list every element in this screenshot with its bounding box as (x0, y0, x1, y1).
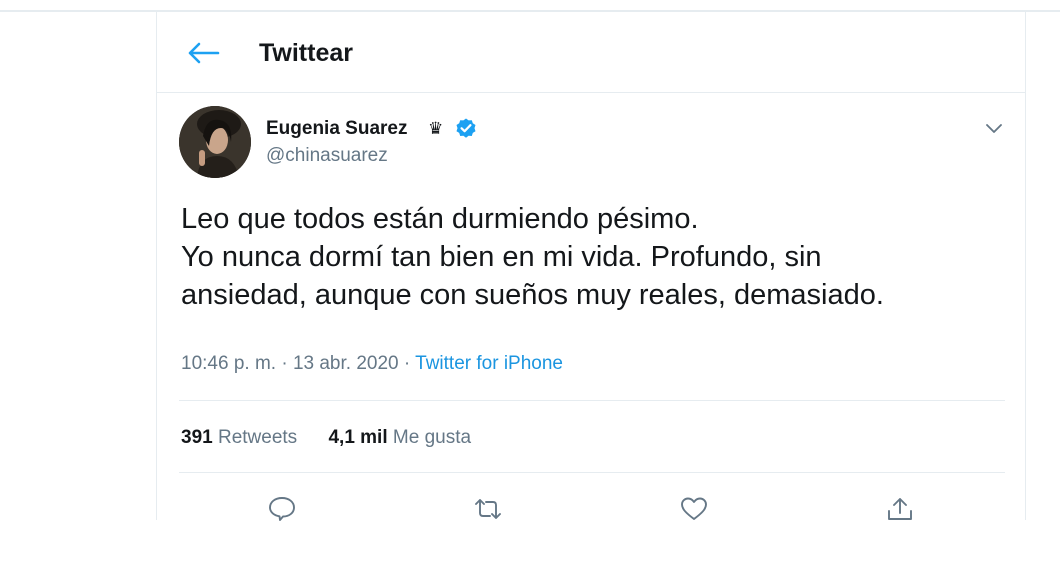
verified-badge-icon (456, 118, 476, 138)
tweet-metadata: 10:46 p. m. · 13 abr. 2020 · Twitter for… (181, 352, 563, 376)
retweets-stat[interactable]: 391 Retweets (181, 427, 297, 448)
retweet-button[interactable] (473, 496, 503, 522)
tweet-date[interactable]: 13 abr. 2020 (293, 353, 399, 374)
tweet-text-line: Leo que todos están durmiendo pésimo. (181, 203, 699, 235)
chevron-down-icon (986, 124, 1002, 133)
user-handle[interactable]: @chinasuarez (266, 144, 388, 168)
divider (179, 472, 1005, 473)
divider (179, 400, 1005, 401)
tweet-text: Leo que todos están durmiendo pésimo. Yo… (181, 200, 1011, 314)
arrow-left-icon (188, 42, 220, 64)
like-icon (681, 497, 707, 520)
back-button[interactable] (187, 39, 221, 67)
like-button[interactable] (679, 496, 709, 522)
retweets-label: Retweets (217, 427, 298, 448)
tweet-source-link[interactable]: Twitter for iPhone (415, 353, 563, 374)
separator: · (403, 353, 411, 374)
retweets-count: 391 (181, 427, 213, 448)
retweet-icon (475, 499, 501, 519)
tweet-column: Twittear Eugenia Suarez ♛ @chinasuarez L… (156, 12, 1026, 522)
reply-button[interactable] (267, 496, 297, 522)
reply-icon (269, 497, 295, 521)
display-name[interactable]: Eugenia Suarez (266, 117, 408, 141)
tweet-text-line: Yo nunca dormí tan bien en mi vida. Prof… (181, 241, 822, 273)
likes-count: 4,1 mil (328, 427, 388, 448)
likes-stat[interactable]: 4,1 mil Me gusta (328, 427, 471, 448)
likes-label: Me gusta (392, 427, 472, 448)
tweet-stats: 391 Retweets 4,1 mil Me gusta (181, 426, 497, 450)
avatar[interactable] (179, 106, 251, 178)
tweet-text-line: ansiedad, aunque con sueños muy reales, … (181, 279, 884, 311)
page-header: Twittear (157, 12, 1025, 93)
separator: · (281, 353, 288, 374)
more-options-button[interactable] (982, 116, 1006, 140)
share-icon (888, 498, 912, 520)
crown-icon: ♛ (428, 119, 444, 138)
share-button[interactable] (885, 496, 915, 522)
tweet-time[interactable]: 10:46 p. m. (181, 353, 276, 374)
page-title: Twittear (259, 39, 353, 67)
